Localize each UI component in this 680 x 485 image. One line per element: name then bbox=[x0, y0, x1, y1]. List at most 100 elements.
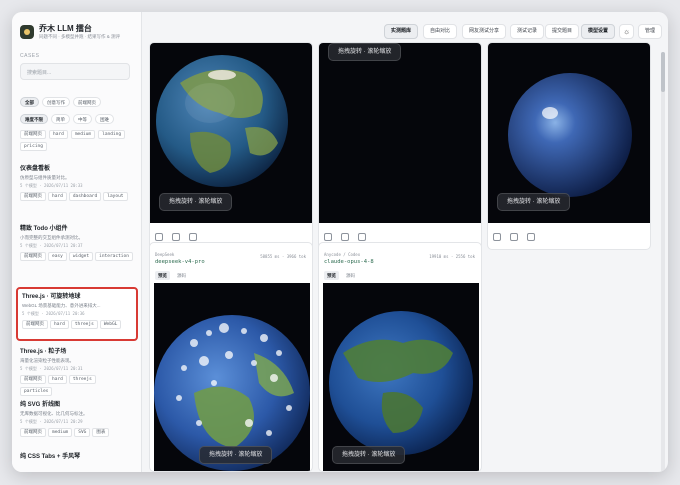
nav-model-settings[interactable]: 模型设置 bbox=[581, 24, 616, 39]
tag: threejs bbox=[70, 320, 98, 329]
filter-hard[interactable]: 困难 bbox=[95, 114, 114, 124]
difficulty-filters: 难度不限 简单 中等 困难 bbox=[20, 114, 114, 124]
tag: 前端网页 bbox=[20, 428, 46, 437]
tab-preview[interactable]: 预览 bbox=[324, 271, 339, 280]
scrollbar-thumb[interactable] bbox=[661, 52, 665, 92]
open-external-icon[interactable] bbox=[358, 233, 366, 241]
tag[interactable]: hard bbox=[49, 130, 68, 139]
model-name: deepseek-v4-pro bbox=[155, 259, 205, 265]
tag[interactable]: landing bbox=[98, 130, 126, 139]
tag[interactable]: 前端网页 bbox=[20, 130, 46, 139]
tag: SVG bbox=[74, 428, 91, 437]
webgl-viewport[interactable]: 拖拽旋转 · 滚轮缩放 bbox=[319, 43, 481, 223]
nav-community-share[interactable]: 网友测试分享 bbox=[462, 24, 507, 39]
scrollbar-track[interactable] bbox=[661, 52, 665, 472]
filter-any-difficulty[interactable]: 难度不限 bbox=[20, 114, 48, 124]
drag-rotate-hint: 拖拽旋转 · 滚轮缩放 bbox=[159, 193, 233, 211]
tag: 前端网页 bbox=[22, 320, 48, 329]
case-desc: WebGL 场景基础能力、意外进来排大... bbox=[22, 303, 101, 308]
filter-frontend[interactable]: 前端网页 bbox=[73, 97, 101, 107]
sun-icon: ☼ bbox=[622, 26, 631, 36]
tag: hard bbox=[50, 320, 69, 329]
case-meta: 5 个模型 · 2026/07/11 20:31 bbox=[20, 366, 83, 371]
open-external-icon[interactable] bbox=[527, 233, 535, 241]
webgl-viewport[interactable]: 拖拽旋转 · 滚轮缩放 bbox=[154, 283, 310, 471]
tag: 前端网页 bbox=[20, 192, 46, 201]
brand[interactable]: 乔木 LLM 擂台 同题不同 · 多模型并跑 · 结果写作 & 测评 bbox=[20, 24, 120, 40]
theme-toggle-button[interactable]: ☼ bbox=[619, 24, 634, 39]
filter-easy[interactable]: 简单 bbox=[51, 114, 70, 124]
case-title: 纯 CSS Tabs + 手风琴 bbox=[20, 454, 81, 460]
tag: hard bbox=[48, 375, 67, 384]
case-meta: 5 个模型 · 2026/07/11 20:36 bbox=[22, 311, 85, 316]
result-panel: 拖拽旋转 · 滚轮缩放 bbox=[487, 42, 651, 250]
open-external-icon[interactable] bbox=[189, 233, 197, 241]
case-item[interactable]: 纯 SVG 折线图 无库数据可视化、比几何与标注。 5 个模型 · 2026/0… bbox=[20, 401, 136, 437]
case-item[interactable]: 仪表盘看板 仿原型与组件质量对比。 5 个模型 · 2026/07/11 20:… bbox=[20, 165, 136, 201]
manage-button[interactable]: 管理 bbox=[638, 24, 663, 39]
run-stats: 19910 ms · 2556 tok bbox=[429, 254, 475, 259]
tag[interactable]: medium bbox=[70, 130, 96, 139]
tag[interactable]: pricing bbox=[20, 142, 47, 151]
case-title: 精致 Todo 小组件 bbox=[20, 226, 68, 232]
case-item-selected[interactable]: Three.js · 可旋转地球 WebGL 场景基础能力、意外进来排大... … bbox=[16, 287, 138, 341]
fullscreen-icon[interactable] bbox=[172, 233, 180, 241]
tag: medium bbox=[48, 428, 73, 437]
fullscreen-icon[interactable] bbox=[510, 233, 518, 241]
case-desc: 海量化渲染粒子性能表现。 bbox=[20, 358, 74, 363]
tag: easy bbox=[48, 252, 67, 261]
fullscreen-icon[interactable] bbox=[341, 233, 349, 241]
app-title: 乔木 LLM 擂台 bbox=[39, 24, 92, 33]
result-panel: Anycode / Codex claude-opus-4-8 19910 ms… bbox=[318, 242, 482, 472]
tab-preview[interactable]: 预览 bbox=[155, 271, 170, 280]
tag: dashboard bbox=[68, 192, 102, 201]
webgl-viewport[interactable]: 拖拽旋转 · 滚轮缩放 bbox=[150, 43, 312, 223]
copy-icon[interactable] bbox=[155, 233, 163, 241]
webgl-viewport[interactable]: 拖拽旋转 · 滚轮缩放 bbox=[323, 283, 479, 471]
drag-rotate-hint: 拖拽旋转 · 滚轮缩放 bbox=[328, 43, 402, 61]
copy-icon[interactable] bbox=[324, 233, 332, 241]
case-title: 纯 SVG 折线图 bbox=[20, 402, 61, 408]
result-panel: DeepSeek deepseek-v4-pro 58855 ms · 3966… bbox=[149, 242, 313, 472]
tag: 图表 bbox=[92, 428, 110, 437]
nav-free-compare[interactable]: 自由对比 bbox=[423, 24, 458, 39]
tag: widget bbox=[68, 252, 94, 261]
nav-test-records[interactable]: 测试记录 bbox=[510, 24, 545, 39]
case-desc: 小而完整的交互组件承测对比。 bbox=[20, 235, 83, 240]
earth-render bbox=[329, 311, 473, 455]
tab-source[interactable]: 源码 bbox=[174, 271, 189, 280]
app-window: 乔木 LLM 擂台 同题不同 · 多模型并跑 · 结果写作 & 测评 CASES… bbox=[12, 12, 668, 472]
case-desc: 无库数据可视化、比几何与标注。 bbox=[20, 411, 88, 416]
webgl-viewport[interactable]: 拖拽旋转 · 滚轮缩放 bbox=[488, 43, 650, 223]
nav-submit-question[interactable]: 提交题目 bbox=[545, 24, 580, 39]
filter-creative-writing[interactable]: 创意写作 bbox=[42, 97, 70, 107]
case-title: 仪表盘看板 bbox=[20, 166, 51, 172]
case-item[interactable]: 纯 CSS Tabs + 手风琴 bbox=[20, 453, 136, 461]
earth-render bbox=[154, 315, 310, 471]
case-meta: 5 个模型 · 2026/07/11 20:29 bbox=[20, 419, 83, 424]
case-item[interactable]: 精致 Todo 小组件 小而完整的交互组件承测对比。 5 个模型 · 2026/… bbox=[20, 225, 136, 261]
provider-label: Anycode / Codex bbox=[324, 252, 361, 257]
case-desc: 仿原型与组件质量对比。 bbox=[20, 175, 70, 180]
tag: hard bbox=[48, 192, 67, 201]
result-panel: 拖拽旋转 · 滚轮缩放 bbox=[318, 42, 482, 250]
tag: WebGL bbox=[99, 320, 122, 329]
case-title: Three.js · 粒子场 bbox=[20, 349, 67, 355]
drag-rotate-hint: 拖拽旋转 · 滚轮缩放 bbox=[199, 446, 273, 464]
drag-rotate-hint: 拖拽旋转 · 滚轮缩放 bbox=[497, 193, 571, 211]
tag: threejs bbox=[68, 375, 96, 384]
result-panel: 拖拽旋转 · 滚轮缩放 bbox=[149, 42, 313, 250]
search-input[interactable]: 搜索题目... bbox=[20, 63, 130, 80]
cases-section-label: CASES bbox=[20, 53, 40, 59]
case-item[interactable]: Three.js · 粒子场 海量化渲染粒子性能表现。 5 个模型 · 2026… bbox=[20, 348, 136, 396]
app-subtitle: 同题不同 · 多模型并跑 · 结果写作 & 测评 bbox=[39, 34, 120, 39]
tab-source[interactable]: 源码 bbox=[343, 271, 358, 280]
case-meta: 5 个模型 · 2026/07/11 20:33 bbox=[20, 183, 83, 188]
filter-medium[interactable]: 中等 bbox=[73, 114, 92, 124]
provider-label: DeepSeek bbox=[155, 252, 175, 257]
nav-case-library[interactable]: 实测题库 bbox=[384, 24, 419, 39]
tag-row: 前端网页 hard medium landing bbox=[20, 130, 126, 139]
filter-all[interactable]: 全部 bbox=[20, 97, 39, 107]
tag: 前端网页 bbox=[20, 375, 46, 384]
copy-icon[interactable] bbox=[493, 233, 501, 241]
